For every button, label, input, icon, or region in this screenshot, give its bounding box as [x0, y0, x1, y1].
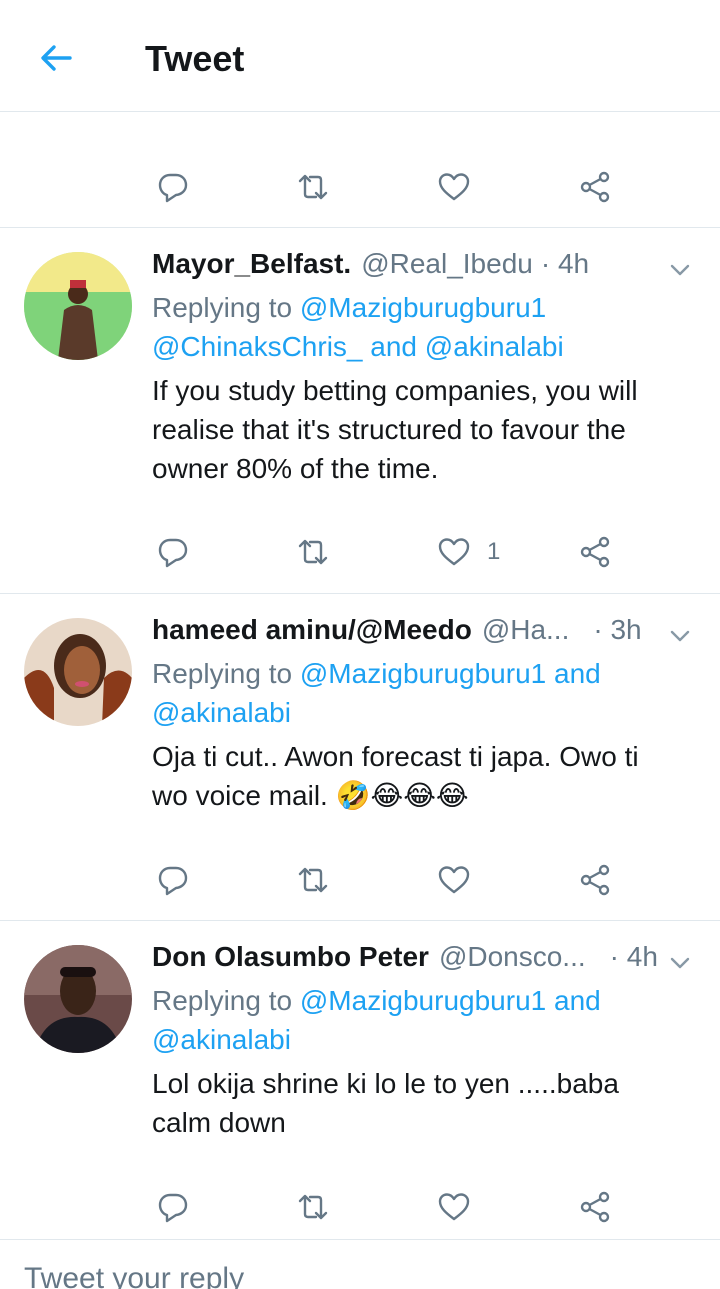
like-button[interactable] [437, 862, 471, 898]
tweet-text-line: If you study betting companies, you will [152, 375, 638, 406]
emoji-laughing: 🤣😂😂😂 [335, 780, 469, 811]
tweet-text-line: Lol okija shrine ki lo le to yen .....ba… [152, 1068, 619, 1099]
mention-link[interactable]: @akinalabi [152, 697, 291, 728]
mention-link[interactable]: @Mazigburugburu1 [300, 292, 546, 323]
back-arrow-icon[interactable] [36, 38, 76, 78]
replying-to: Replying to @Mazigburugburu1 [152, 288, 692, 327]
share-icon [580, 864, 610, 896]
mention-link[interactable]: @akinalabi [152, 1024, 291, 1055]
replying-prefix: Replying to [152, 292, 300, 323]
share-icon [580, 171, 610, 203]
replying-to: Replying to @Mazigburugburu1 and [152, 654, 692, 693]
retweet-icon [298, 1194, 328, 1220]
chevron-down-icon[interactable] [668, 951, 692, 975]
reply-icon [158, 1193, 188, 1223]
replying-prefix: Replying to [152, 658, 300, 689]
reply-tweet[interactable]: Mayor_Belfast. @Real_Ibedu · 4h Replying… [0, 228, 720, 593]
tweet-header: hameed aminu/@Meedo @Ha... · 3h [152, 614, 672, 654]
chevron-down-icon[interactable] [668, 258, 692, 282]
display-name[interactable]: Don Olasumbo Peter [152, 941, 429, 973]
retweet-button[interactable] [296, 1189, 330, 1225]
share-button[interactable] [578, 862, 612, 898]
avatar[interactable] [24, 945, 132, 1053]
replying-to: Replying to @Mazigburugburu1 and [152, 981, 692, 1020]
main-tweet-actions [0, 157, 720, 217]
page-title: Tweet [145, 38, 245, 79]
replying-prefix: Replying to [152, 985, 300, 1016]
like-button[interactable] [437, 1189, 471, 1225]
reply-button[interactable] [156, 169, 190, 205]
reply-button[interactable] [156, 534, 190, 570]
reply-tweet[interactable]: Don Olasumbo Peter @Donsco... · 4h Reply… [0, 921, 720, 1239]
share-icon [580, 536, 610, 568]
reply-icon [158, 538, 188, 568]
tweet-header: Don Olasumbo Peter @Donsco... · 4h [152, 941, 672, 981]
reply-icon [158, 866, 188, 896]
mention-link[interactable]: @Mazigburugburu1 [300, 658, 546, 689]
mention-and: and [546, 658, 601, 689]
mention-and: and [546, 985, 601, 1016]
timestamp: · 3h [593, 614, 642, 645]
reply-tweet[interactable]: hameed aminu/@Meedo @Ha... · 3h Replying… [0, 594, 720, 920]
mention-link[interactable]: @ChinaksChris_ [152, 331, 363, 362]
like-icon [438, 866, 470, 894]
user-handle: @Ha... [481, 614, 570, 645]
mention-link[interactable]: @Mazigburugburu1 [300, 985, 546, 1016]
tweet-text-line: calm down [152, 1107, 286, 1138]
tweet-actions [0, 850, 720, 910]
top-bar: Tweet [0, 0, 720, 112]
tweet-text-line: owner 80% of the time. [152, 453, 439, 484]
tweet-header: Mayor_Belfast. @Real_Ibedu · 4h [152, 248, 672, 288]
user-handle: @Donsco... [438, 941, 586, 972]
replying-to-cont: @akinalabi [152, 693, 692, 732]
share-button[interactable] [578, 534, 612, 570]
timestamp: · 4h [540, 248, 590, 279]
retweet-button[interactable] [296, 169, 330, 205]
timestamp: · 4h [609, 941, 658, 972]
share-button[interactable] [578, 1189, 612, 1225]
tweet-text: If you study betting companies, you will… [152, 371, 692, 488]
tweet-text-line-2: wo voice mail. 🤣😂😂😂 [152, 776, 692, 815]
display-name[interactable]: Mayor_Belfast. [152, 248, 351, 280]
retweet-button[interactable] [296, 862, 330, 898]
chevron-down-icon[interactable] [668, 624, 692, 648]
reply-button[interactable] [156, 1189, 190, 1225]
user-handle: @Real_Ibedu [361, 248, 533, 279]
tweet-text-line: wo voice mail. [152, 780, 336, 811]
like-icon [438, 173, 470, 201]
avatar[interactable] [24, 618, 132, 726]
retweet-icon [298, 174, 328, 200]
like-button[interactable]: 1 [437, 534, 500, 570]
reply-compose-input[interactable]: Tweet your reply [24, 1262, 244, 1289]
like-icon [438, 538, 470, 566]
divider [0, 1239, 720, 1240]
reply-icon [158, 173, 188, 203]
tweet-actions: 1 [0, 522, 720, 582]
mention-link[interactable]: @akinalabi [425, 331, 564, 362]
like-icon [438, 1193, 470, 1221]
tweet-text: Lol okija shrine ki lo le to yen .....ba… [152, 1064, 692, 1142]
share-button[interactable] [578, 169, 612, 205]
tweet-text-line: realise that it's structured to favour t… [152, 414, 626, 445]
tweet-text-line: Oja ti cut.. Awon forecast ti japa. Owo … [152, 741, 639, 772]
like-button[interactable] [437, 169, 471, 205]
replying-to-cont: @ChinaksChris_ and @akinalabi [152, 327, 692, 366]
like-count: 1 [487, 538, 501, 565]
reply-button[interactable] [156, 862, 190, 898]
retweet-icon [298, 539, 328, 565]
retweet-icon [298, 867, 328, 893]
replying-to-cont: @akinalabi [152, 1020, 692, 1059]
retweet-button[interactable] [296, 534, 330, 570]
mention-and: and [362, 331, 425, 362]
tweet-text: Oja ti cut.. Awon forecast ti japa. Owo … [152, 737, 692, 815]
avatar[interactable] [24, 252, 132, 360]
display-name[interactable]: hameed aminu/@Meedo [152, 614, 472, 646]
share-icon [580, 1191, 610, 1223]
tweet-actions [0, 1177, 720, 1237]
